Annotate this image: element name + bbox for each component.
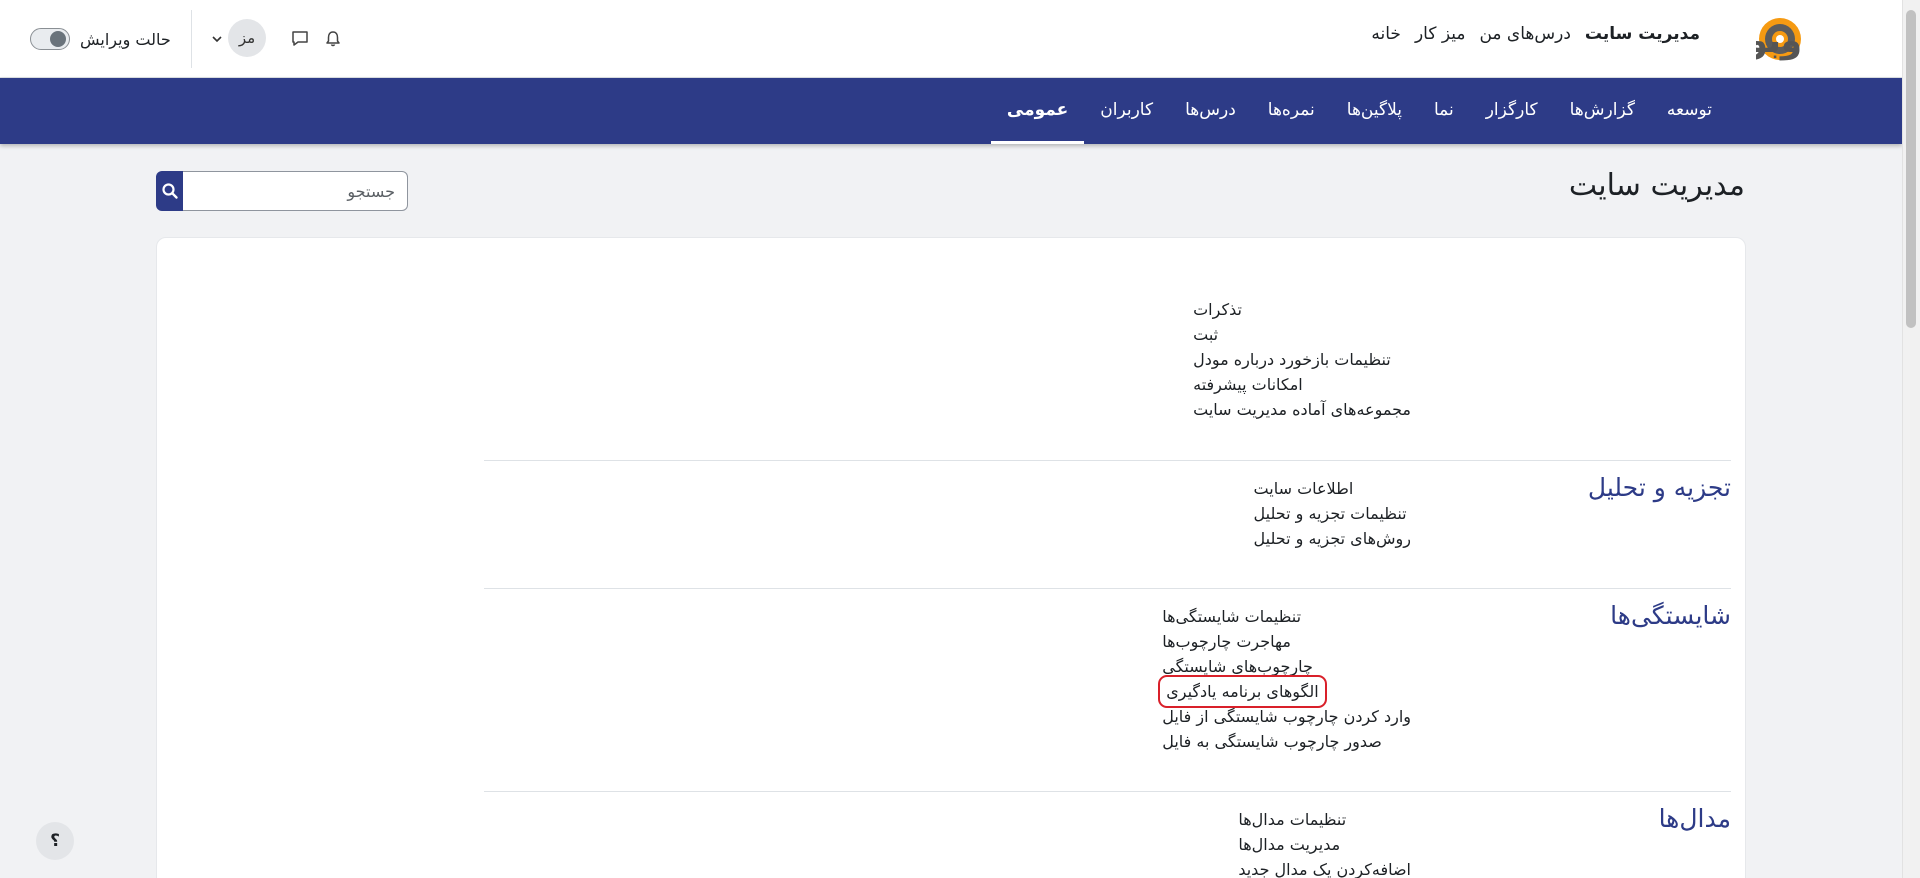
primary-nav: خانه میز کار درس‌های من مدیریت سایت — [1371, 24, 1700, 44]
tab-plugins[interactable]: پلاگین‌ها — [1331, 78, 1418, 144]
section-badges: مدال‌ها تنظیمات مدال‌ها مدیریت مدال‌ها ا… — [484, 791, 1731, 878]
site-logo[interactable]: وبو — [1745, 12, 1854, 66]
page-scrollbar[interactable] — [1902, 0, 1920, 878]
section-analytics: تجزیه و تحلیل اطلاعات سایت تنظیمات تجزیه… — [484, 460, 1731, 588]
link-advanced-features[interactable]: امکانات پیشرفته — [1193, 372, 1303, 397]
messages-button[interactable] — [285, 24, 315, 54]
scrollbar-thumb[interactable] — [1906, 10, 1916, 328]
edit-mode-label: حالت ویرایش — [80, 29, 171, 49]
link-import-competency-framework[interactable]: وارد کردن چارچوب شایستگی از فایل — [1162, 704, 1411, 729]
search-icon — [161, 183, 178, 199]
search-button[interactable] — [156, 171, 183, 211]
section-title-badges: مدال‌ها — [1658, 804, 1731, 833]
link-notifications[interactable]: تذکرات — [1193, 297, 1242, 322]
tab-users[interactable]: کاربران — [1084, 78, 1169, 144]
tab-appearance[interactable]: نما — [1418, 78, 1470, 144]
edit-mode-control[interactable]: حالت ویرایش — [30, 18, 171, 60]
secondary-nav: عمومی کاربران درس‌ها نمره‌ها پلاگین‌ها ن… — [0, 78, 1902, 144]
section-badges-links: تنظیمات مدال‌ها مدیریت مدال‌ها اضافه‌کرد… — [1238, 807, 1411, 878]
svg-text:وبو: وبو — [1756, 21, 1802, 61]
nav-dashboard[interactable]: میز کار — [1415, 24, 1466, 44]
link-registration[interactable]: ثبت — [1193, 322, 1218, 347]
edit-mode-toggle[interactable] — [30, 28, 70, 50]
link-admin-presets[interactable]: مجموعه‌های آماده مدیریت سایت — [1193, 397, 1411, 422]
search-input[interactable] — [183, 171, 408, 211]
chat-icon — [292, 31, 308, 46]
tab-reports[interactable]: گزارش‌ها — [1554, 78, 1651, 144]
nav-home[interactable]: خانه — [1371, 24, 1401, 44]
nav-my-courses[interactable]: درس‌های من — [1479, 24, 1570, 44]
admin-content-card: تذکرات ثبت تنظیمات بازخورد درباره مودل ا… — [156, 237, 1746, 878]
link-competency-settings[interactable]: تنظیمات شایستگی‌ها — [1162, 604, 1301, 629]
page-title: مدیریت سایت — [1568, 168, 1745, 203]
link-analytics-models[interactable]: روش‌های تجزیه و تحلیل — [1254, 526, 1411, 551]
section-competencies: شایستگی‌ها تنظیمات شایستگی‌ها مهاجرت چار… — [484, 588, 1731, 791]
section-title-competencies: شایستگی‌ها — [1610, 601, 1731, 630]
link-learning-plan-templates[interactable]: الگوهای برنامه یادگیری — [1158, 675, 1327, 708]
link-migrate-frameworks[interactable]: مهاجرت چارچوب‌ها — [1162, 629, 1291, 654]
nav-site-admin[interactable]: مدیریت سایت — [1585, 24, 1700, 44]
tab-server[interactable]: کارگزار — [1470, 78, 1554, 144]
link-analytics-settings[interactable]: تنظیمات تجزیه و تحلیل — [1254, 501, 1407, 526]
tab-grades[interactable]: نمره‌ها — [1252, 78, 1331, 144]
section-competencies-links: تنظیمات شایستگی‌ها مهاجرت چارچوب‌ها چارچ… — [1158, 604, 1411, 754]
section-title-analytics: تجزیه و تحلیل — [1587, 473, 1731, 502]
tab-general[interactable]: عمومی — [990, 78, 1085, 144]
link-competency-frameworks[interactable]: چارچوب‌های شایستگی — [1162, 654, 1313, 679]
tab-development[interactable]: توسعه — [1651, 78, 1728, 144]
help-button[interactable]: ؟ — [36, 822, 74, 860]
link-badge-settings[interactable]: تنظیمات مدال‌ها — [1238, 807, 1346, 832]
chevron-down-icon — [212, 36, 222, 43]
link-site-information[interactable]: اطلاعات سایت — [1254, 476, 1354, 501]
top-navbar: وبو خانه میز کار درس‌های من مدیریت سایت … — [0, 0, 1902, 78]
link-add-new-badge[interactable]: اضافه‌کردن یک مدال جدید — [1238, 857, 1411, 878]
logo-graphic: وبو — [1745, 18, 1802, 61]
help-icon: ؟ — [50, 831, 60, 851]
bell-icon — [326, 31, 340, 47]
tab-courses[interactable]: درس‌ها — [1169, 78, 1252, 144]
link-manage-badges[interactable]: مدیریت مدال‌ها — [1238, 832, 1340, 857]
navbar-divider — [191, 10, 192, 68]
avatar[interactable]: مز — [228, 19, 266, 57]
link-feedback-settings[interactable]: تنظیمات بازخورد درباره مودل — [1193, 347, 1391, 372]
section-analytics-links: اطلاعات سایت تنظیمات تجزیه و تحلیل روش‌ه… — [1254, 476, 1411, 551]
notifications-button[interactable] — [318, 24, 348, 54]
section-general-links: تذکرات ثبت تنظیمات بازخورد درباره مودل ا… — [1193, 297, 1411, 422]
admin-search — [156, 171, 408, 211]
link-export-competency-framework[interactable]: صدور چارچوب شایستگی به فایل — [1162, 729, 1382, 754]
